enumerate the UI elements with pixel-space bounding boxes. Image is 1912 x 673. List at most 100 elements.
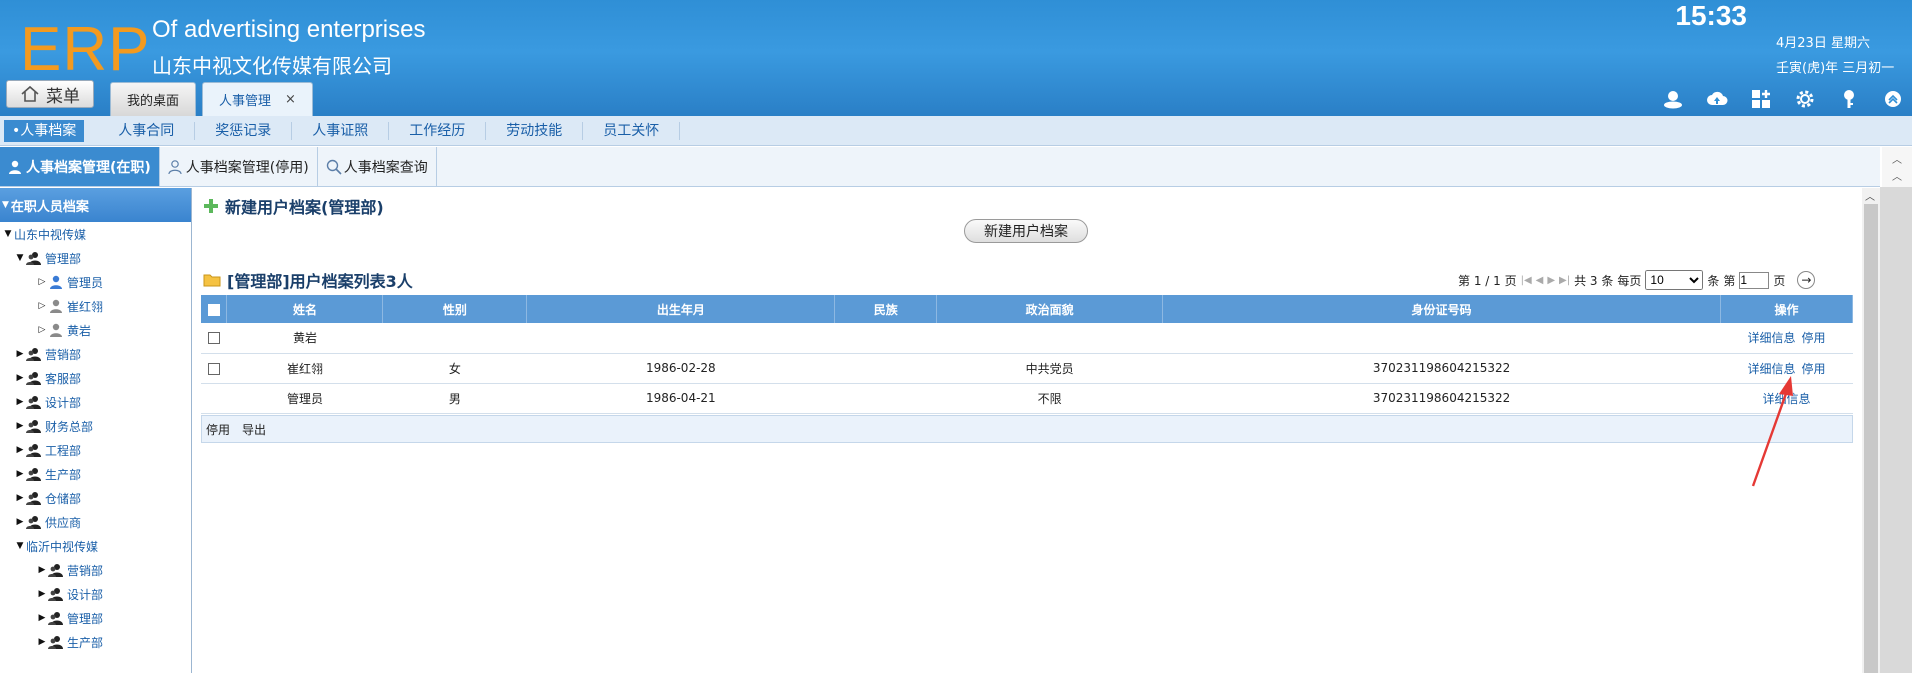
goto-page-input[interactable] — [1739, 271, 1770, 289]
main-menu-button[interactable]: 菜单 — [6, 80, 94, 108]
next-page-icon[interactable]: ▶ — [1547, 275, 1555, 286]
row-checkbox[interactable] — [207, 362, 220, 375]
tree-node[interactable]: ▼ 临沂中视传媒 — [0, 534, 191, 558]
col-political[interactable]: 政治面貌 — [936, 295, 1164, 323]
list-title-text: [管理部]用户档案列表3人 — [227, 272, 413, 291]
tab-archive-disabled[interactable]: 人事档案管理(停用) — [160, 147, 318, 186]
col-ethnic[interactable]: 民族 — [834, 295, 938, 323]
detail-link[interactable]: 详细信息 — [1747, 362, 1795, 376]
collapsed-icon[interactable]: ▶ — [14, 397, 26, 407]
collapsed-icon[interactable]: ▶ — [14, 445, 26, 455]
tab-archive-query[interactable]: 人事档案查询 — [318, 147, 437, 186]
folder-icon — [203, 274, 221, 287]
tree-node[interactable]: ▼ 管理部 — [0, 246, 191, 270]
user-icon[interactable] — [1660, 86, 1686, 112]
row-checkbox[interactable] — [207, 332, 220, 345]
tree-node[interactable]: ▶ 管理部 — [0, 606, 191, 630]
tree-node[interactable]: ▶ 客服部 — [0, 366, 191, 390]
collapsed-icon[interactable]: ▶ — [14, 493, 26, 503]
collapsed-icon[interactable]: ▶ — [14, 517, 26, 527]
tree-header[interactable]: ▼ 在职人员档案 — [0, 188, 191, 222]
collapsed-icon[interactable]: ▶ — [14, 349, 26, 359]
detail-link[interactable]: 详细信息 — [1762, 392, 1810, 406]
select-all-checkbox[interactable] — [207, 303, 220, 316]
collapsed-icon[interactable]: ▷ — [36, 301, 48, 311]
new-archive-section-title: 新建用户档案(管理部) — [203, 194, 384, 218]
total-count: 共 3 条 — [1574, 273, 1614, 288]
tree-node[interactable]: ▶ 设计部 — [0, 390, 191, 414]
collapsed-icon[interactable]: ▶ — [36, 637, 48, 647]
cell-political: 中共党员 — [936, 353, 1163, 384]
export-button[interactable]: 导出 — [242, 421, 266, 438]
row-select-cell — [201, 383, 227, 414]
content-scrollbar[interactable]: ︿ — [1862, 188, 1880, 673]
tree-node[interactable]: ▷ 崔红翎 — [0, 294, 191, 318]
tab-my-desktop[interactable]: 我的桌面 — [110, 82, 197, 116]
expanded-icon[interactable]: ▼ — [14, 253, 26, 263]
scroll-thumb[interactable] — [1864, 204, 1878, 673]
subnav-item-rewards[interactable]: 奖惩记录 — [195, 121, 293, 140]
tab-archive-active[interactable]: 人事档案管理(在职) — [0, 147, 160, 186]
cell-birth: 1986-02-28 — [526, 353, 835, 384]
collapsed-icon[interactable]: ▶ — [14, 421, 26, 431]
search-icon — [326, 159, 342, 175]
tree-node[interactable]: ▶ 营销部 — [0, 558, 191, 582]
tree-node[interactable]: ▶ 生产部 — [0, 462, 191, 486]
key-icon[interactable] — [1836, 86, 1862, 112]
collapsed-icon[interactable]: ▷ — [36, 277, 48, 287]
tree-node[interactable]: ▶ 仓储部 — [0, 486, 191, 510]
col-birth[interactable]: 出生年月 — [526, 295, 836, 323]
tree-node[interactable]: ▶ 工程部 — [0, 438, 191, 462]
tree-node[interactable]: ▶ 供应商 — [0, 510, 191, 534]
col-gender[interactable]: 性别 — [382, 295, 528, 323]
last-page-icon[interactable]: ▶| — [1559, 275, 1570, 286]
collapsed-icon[interactable]: ▶ — [36, 565, 48, 575]
scroll-up-icon[interactable]: ︿ — [1865, 188, 1875, 203]
new-user-archive-button[interactable]: 新建用户档案 — [964, 219, 1088, 243]
prev-page-icon[interactable]: ◀ — [1536, 275, 1544, 286]
close-icon[interactable]: × — [285, 92, 296, 107]
tree-node-label: 营销部 — [67, 563, 104, 578]
expanded-icon[interactable]: ▼ — [2, 229, 14, 239]
col-id-number[interactable]: 身份证号码 — [1162, 295, 1721, 323]
tree-node[interactable]: ▷ 管理员 — [0, 270, 191, 294]
gear-icon[interactable] — [1792, 86, 1818, 112]
subnav-item-work-experience[interactable]: 工作经历 — [389, 121, 487, 140]
first-page-icon[interactable]: |◀ — [1521, 275, 1532, 286]
per-page-label: 每页 — [1617, 273, 1642, 288]
tree-node[interactable]: ▶ 财务总部 — [0, 414, 191, 438]
cloud-upload-icon[interactable] — [1704, 86, 1730, 112]
header-toolbar — [1660, 86, 1906, 112]
tree-node-label: 生产部 — [45, 467, 82, 482]
subnav-item-hr-archive[interactable]: •人事档案 — [4, 119, 85, 142]
subnav-item-contract[interactable]: 人事合同 — [98, 121, 196, 140]
cell-birth — [526, 323, 835, 354]
disable-selected-button[interactable]: 停用 — [206, 421, 230, 438]
expanded-icon[interactable]: ▼ — [14, 541, 26, 551]
collapsed-icon[interactable]: ▷ — [36, 325, 48, 335]
disable-link[interactable]: 停用 — [1801, 362, 1825, 376]
subnav-item-skills[interactable]: 劳动技能 — [486, 121, 584, 140]
tree-node[interactable]: ▶ 生产部 — [0, 630, 191, 654]
collapsed-icon[interactable]: ▶ — [36, 589, 48, 599]
subnav-item-employee-care[interactable]: 员工关怀 — [583, 121, 681, 140]
collapsed-icon[interactable]: ▶ — [36, 613, 48, 623]
tab-hr-management[interactable]: 人事管理 × — [202, 82, 313, 116]
collapsed-icon[interactable]: ▶ — [14, 469, 26, 479]
collapse-up-icon[interactable] — [1880, 86, 1906, 112]
tree-node[interactable]: ▶ 营销部 — [0, 342, 191, 366]
tree-node-label: 生产部 — [67, 635, 104, 650]
disable-link[interactable]: 停用 — [1801, 331, 1825, 345]
detail-link[interactable]: 详细信息 — [1747, 331, 1795, 345]
go-arrow-icon[interactable]: → — [1797, 271, 1816, 289]
page-scroll-control[interactable]: ︿ ︿ — [1882, 147, 1912, 187]
collapsed-icon[interactable]: ▶ — [14, 373, 26, 383]
outer-scrollbar[interactable] — [1880, 187, 1912, 673]
tree-node[interactable]: ▶ 设计部 — [0, 582, 191, 606]
tree-node[interactable]: ▷ 黄岩 — [0, 318, 191, 342]
subnav-item-certificates[interactable]: 人事证照 — [292, 121, 390, 140]
col-name[interactable]: 姓名 — [226, 295, 384, 323]
per-page-select[interactable]: 10 — [1645, 270, 1704, 290]
tree-node[interactable]: ▼ 山东中视传媒 — [0, 222, 191, 246]
grid-plus-icon[interactable] — [1748, 86, 1774, 112]
